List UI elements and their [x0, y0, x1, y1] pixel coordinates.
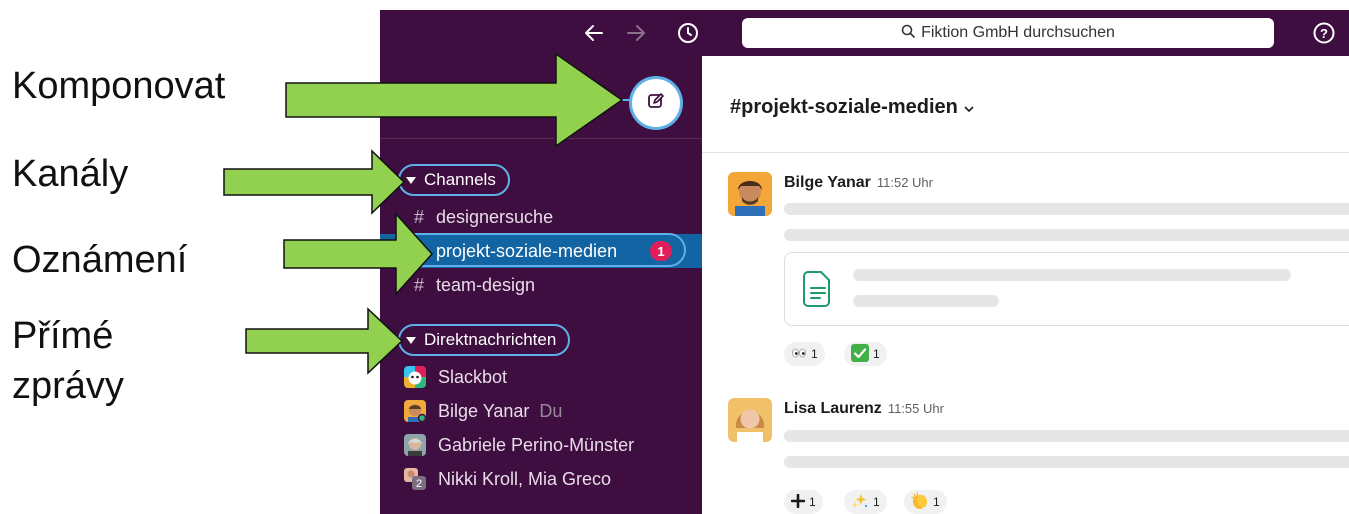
reaction-check-mark[interactable]: 1 — [844, 342, 887, 366]
sidebar: Channels # designersuche # projekt-sozia… — [380, 56, 702, 514]
check-mark-emoji-icon — [851, 343, 869, 365]
group-avatar: 2 — [404, 468, 426, 490]
reaction-clapping-hands[interactable]: 1 — [904, 490, 947, 514]
sidebar-item-slackbot[interactable]: Slackbot — [380, 360, 702, 394]
attachment-title-placeholder — [853, 269, 1291, 281]
reaction-count: 1 — [809, 495, 816, 509]
svg-text:2: 2 — [416, 478, 422, 490]
reaction-eyes[interactable]: 1 — [784, 342, 825, 366]
sidebar-item-designersuche[interactable]: # designersuche — [380, 200, 702, 234]
sidebar-item-nikki-kroll-mia-greco[interactable]: 2 Nikki Kroll, Mia Greco — [380, 462, 702, 496]
search-input[interactable]: Fiktion GmbH durchsuchen — [742, 18, 1274, 48]
direct-messages-section-header[interactable]: Direktnachrichten — [398, 324, 571, 356]
dm-label: Gabriele Perino-Münster — [438, 434, 635, 455]
annotation-compose: Komponovat — [12, 65, 226, 107]
reaction-count: 1 — [811, 347, 818, 361]
unread-badge: 1 — [650, 241, 672, 261]
plus-emoji-icon — [790, 493, 806, 511]
message-author[interactable]: Bilge Yanar — [784, 174, 871, 192]
annotation-channels: Kanály — [12, 153, 129, 195]
compose-icon — [646, 91, 666, 116]
channel-label: designersuche — [436, 206, 554, 227]
sidebar-item-team-design[interactable]: # team-design — [380, 268, 702, 302]
sidebar-item-bilge-yanar[interactable]: Bilge Yanar Du — [380, 394, 702, 428]
svg-text:?: ? — [1320, 26, 1328, 41]
sidebar-divider — [380, 138, 702, 139]
sidebar-item-projekt-soziale-medien[interactable]: # projekt-soziale-medien 1 — [380, 233, 702, 268]
clock-icon[interactable] — [676, 21, 700, 45]
reaction-count: 1 — [873, 495, 880, 509]
message-author[interactable]: Lisa Laurenz — [784, 400, 882, 418]
search-placeholder: Fiktion GmbH durchsuchen — [921, 24, 1115, 41]
eyes-emoji-icon — [791, 347, 807, 361]
reaction-plus[interactable]: 1 — [784, 490, 823, 514]
message-text-placeholder — [784, 229, 1349, 241]
attachment-meta-placeholder — [853, 295, 999, 307]
message-header: Bilge Yanar 11:52 Uhr — [784, 174, 933, 192]
top-bar: Fiktion GmbH durchsuchen ? — [380, 10, 1349, 56]
file-attachment[interactable] — [784, 252, 1349, 326]
reaction-count: 1 — [873, 347, 880, 361]
arrow-to-direct-messages — [245, 307, 404, 375]
arrow-right-icon[interactable] — [624, 21, 648, 45]
annotation-notification: Oznámení — [12, 239, 188, 281]
dm-label: Slackbot — [438, 366, 508, 387]
channels-section-header[interactable]: Channels — [398, 164, 510, 196]
dm-self-suffix: Du — [539, 400, 563, 421]
hash-icon: # — [414, 274, 425, 295]
message-header: Lisa Laurenz 11:55 Uhr — [784, 400, 944, 418]
sparkles-emoji-icon — [851, 493, 869, 512]
arrow-to-channels — [223, 149, 406, 215]
slackbot-avatar — [404, 366, 426, 388]
caret-down-icon — [406, 336, 416, 344]
avatar — [404, 400, 426, 422]
message-text-placeholder — [784, 203, 1349, 215]
dm-label: Nikki Kroll, Mia Greco — [438, 468, 612, 489]
caret-down-icon — [406, 176, 416, 184]
document-icon — [803, 270, 833, 313]
search-icon — [901, 24, 915, 43]
channel-label: team-design — [436, 274, 536, 295]
avatar[interactable] — [728, 398, 772, 442]
help-circle-icon[interactable]: ? — [1312, 21, 1336, 45]
channel-header[interactable]: #projekt-soziale-medien — [730, 96, 974, 119]
avatar — [404, 434, 426, 456]
dm-label: Bilge Yanar — [438, 400, 530, 421]
channel-pane: #projekt-soziale-medien Bilge Yanar 11:5… — [702, 56, 1349, 514]
chevron-down-icon — [964, 96, 974, 119]
arrow-left-icon[interactable] — [582, 21, 606, 45]
message-text-placeholder — [784, 430, 1349, 442]
annotation-direct-messages-line2: zprávy — [12, 365, 124, 407]
clapping-hands-emoji-icon — [911, 491, 929, 513]
annotation-direct-messages-line1: Přímé — [12, 315, 114, 357]
channels-section-label: Channels — [424, 170, 496, 189]
slack-window: Fiktion GmbH durchsuchen ? Channels # de… — [380, 10, 1349, 514]
channel-title: #projekt-soziale-medien — [730, 96, 958, 118]
header-divider — [702, 152, 1349, 153]
message-text-placeholder — [784, 456, 1349, 468]
message-timestamp[interactable]: 11:55 Uhr — [888, 401, 944, 416]
compose-button[interactable] — [632, 79, 680, 127]
message-timestamp[interactable]: 11:52 Uhr — [877, 175, 933, 190]
direct-messages-section-label: Direktnachrichten — [424, 330, 557, 349]
channel-label: projekt-soziale-medien — [436, 240, 618, 261]
hash-icon: # — [414, 240, 425, 261]
hash-icon: # — [414, 206, 425, 227]
avatar[interactable] — [728, 172, 772, 216]
reaction-sparkles[interactable]: 1 — [844, 490, 887, 514]
sidebar-item-gabriele-perino-munster[interactable]: Gabriele Perino-Münster — [380, 428, 702, 462]
reaction-count: 1 — [933, 495, 940, 509]
